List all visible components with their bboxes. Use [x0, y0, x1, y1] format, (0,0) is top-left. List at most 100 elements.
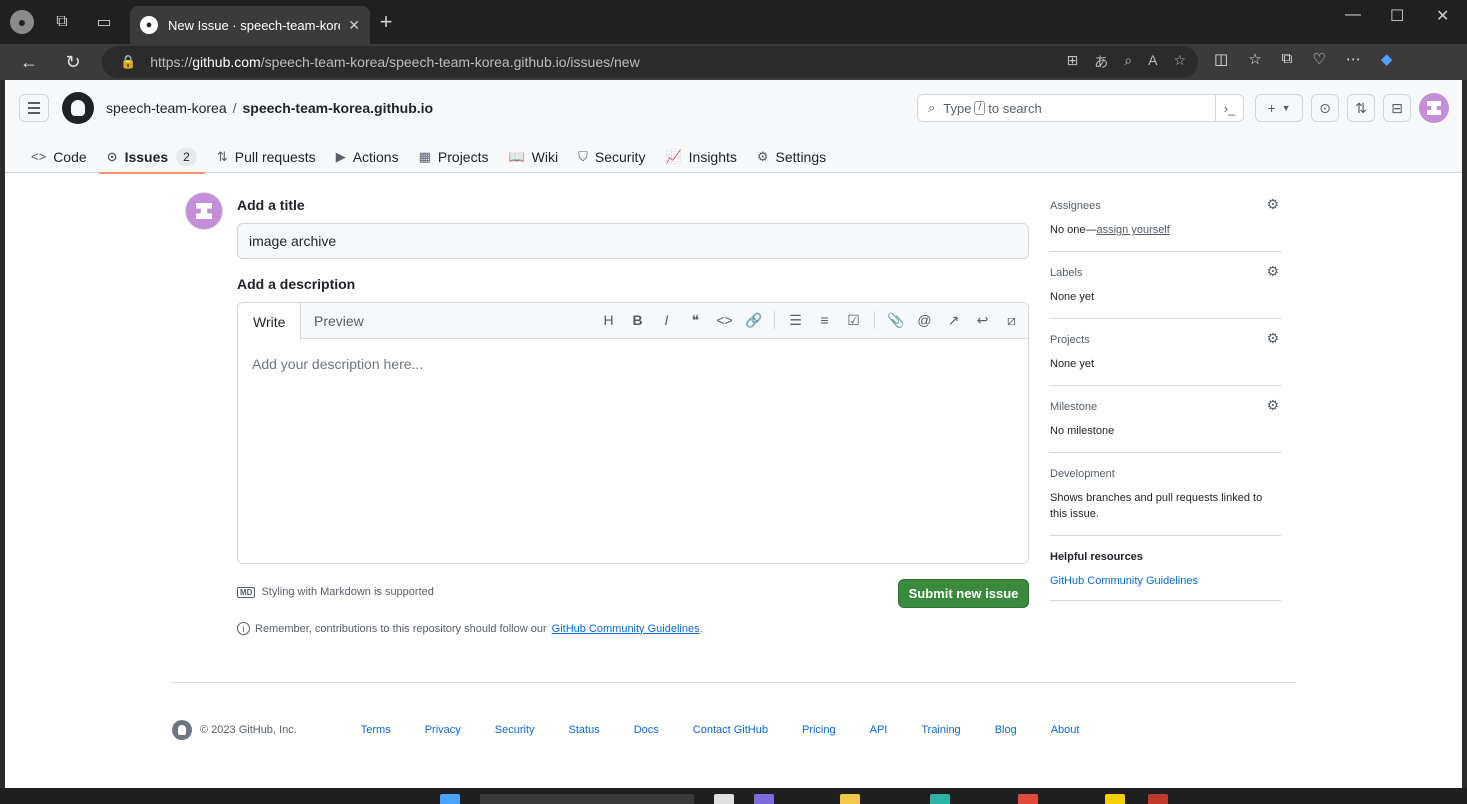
footer-link-about[interactable]: About [1051, 724, 1080, 736]
tab-wiki[interactable]: 📖 Wiki [498, 140, 568, 173]
chrome-icon[interactable] [1018, 794, 1038, 804]
refresh-icon[interactable]: ↻ [61, 50, 85, 74]
search-input[interactable]: ⌕ Type / to search ›_ [917, 94, 1244, 122]
footer-link-privacy[interactable]: Privacy [425, 724, 461, 736]
close-tab-icon[interactable]: ✕ [348, 17, 360, 34]
milestone-value: No milestone [1050, 425, 1115, 437]
issues-icon-button[interactable]: ⊙ [1311, 94, 1339, 122]
author-avatar[interactable] [185, 192, 223, 230]
footer-link-terms[interactable]: Terms [361, 724, 391, 736]
footer-link-blog[interactable]: Blog [995, 724, 1017, 736]
folder-icon[interactable] [840, 794, 860, 804]
footer-link-contact[interactable]: Contact GitHub [693, 724, 768, 736]
markdown-note-text[interactable]: Styling with Markdown is supported [261, 586, 433, 598]
tab-actions-icon[interactable]: ▭ [92, 10, 116, 34]
taskbar-app-icon[interactable] [1105, 794, 1125, 804]
tab-security[interactable]: ⛉ Security [568, 140, 655, 173]
footer-link-pricing[interactable]: Pricing [802, 724, 836, 736]
ordered-list-icon[interactable]: ☰ [787, 312, 804, 329]
tab-insights[interactable]: 📈 Insights [655, 140, 746, 173]
footer-link-docs[interactable]: Docs [634, 724, 659, 736]
link-icon[interactable]: 🔗 [745, 312, 762, 329]
footer-link-training[interactable]: Training [921, 724, 960, 736]
italic-icon[interactable]: I [658, 312, 675, 328]
github-favicon-icon: ● [140, 16, 158, 34]
attach-file-icon[interactable]: 📎 [887, 312, 904, 329]
task-list-icon[interactable]: ☑ [845, 312, 862, 329]
mention-icon[interactable]: @ [916, 312, 933, 328]
taskbar-search[interactable] [480, 794, 694, 804]
reply-icon[interactable]: ↩ [974, 312, 991, 329]
github-logo-icon[interactable] [62, 92, 94, 124]
tab-projects[interactable]: ▦ Projects [409, 140, 499, 173]
assign-yourself-link[interactable]: assign yourself [1096, 224, 1169, 236]
read-aloud-icon[interactable]: A [1148, 52, 1157, 72]
tab-code[interactable]: <> Code [21, 140, 97, 173]
tab-pull-requests[interactable]: ⇅ Pull requests [207, 140, 326, 173]
minimize-icon[interactable]: — [1345, 6, 1361, 24]
user-avatar[interactable] [1419, 93, 1449, 123]
windows-start-icon[interactable] [440, 794, 460, 804]
bold-icon[interactable]: B [629, 312, 646, 328]
command-palette-icon[interactable]: ›_ [1215, 95, 1243, 121]
translate-icon[interactable]: あ [1094, 52, 1108, 72]
repo-link[interactable]: speech-team-korea.github.io [243, 100, 434, 116]
back-icon[interactable]: ← [17, 50, 41, 74]
gear-icon[interactable]: ⚙ [1266, 397, 1279, 414]
app-available-icon[interactable]: ⊞ [1067, 52, 1079, 72]
copilot-icon[interactable]: ◆ [1381, 50, 1393, 68]
tab-preview[interactable]: Preview [299, 303, 379, 339]
tab-issues[interactable]: ⊙ Issues 2 [97, 140, 207, 174]
taskbar-app-icon[interactable] [1148, 794, 1168, 804]
footer-link-api[interactable]: API [870, 724, 888, 736]
split-screen-icon[interactable]: ◫ [1214, 50, 1228, 68]
helpful-guidelines-link[interactable]: GitHub Community Guidelines [1050, 575, 1281, 587]
collections-icon[interactable]: ⧉ [1282, 50, 1293, 68]
more-icon[interactable]: ⋯ [1346, 50, 1361, 68]
taskbar-app-icon[interactable] [714, 794, 734, 804]
tab-write[interactable]: Write [238, 303, 302, 340]
search-key-hint: / [974, 101, 986, 115]
window-close-icon[interactable]: ✕ [1436, 6, 1449, 26]
gear-icon[interactable]: ⚙ [1266, 196, 1279, 213]
unordered-list-icon[interactable]: ≡ [816, 312, 833, 328]
favorite-star-icon[interactable]: ☆ [1173, 52, 1186, 72]
title-input[interactable] [237, 223, 1029, 259]
browser-essentials-icon[interactable]: ♡ [1312, 50, 1325, 68]
github-footer-logo-icon[interactable] [172, 720, 192, 740]
description-textarea[interactable] [238, 340, 1028, 563]
slash-command-icon[interactable]: ⧄ [1003, 312, 1020, 329]
footer-link-security[interactable]: Security [495, 724, 535, 736]
cross-reference-icon[interactable]: ↗ [945, 312, 962, 329]
table-icon: ▦ [418, 148, 431, 164]
pull-requests-icon-button[interactable]: ⇅ [1347, 94, 1375, 122]
taskbar-app-icon[interactable] [754, 794, 774, 804]
heading-icon[interactable]: H [600, 312, 617, 328]
workspaces-icon[interactable]: ⧉ [50, 10, 74, 34]
community-guidelines-link[interactable]: GitHub Community Guidelines [552, 623, 700, 635]
tab-actions-label: Actions [352, 148, 399, 165]
favorites-icon[interactable]: ☆ [1248, 50, 1261, 68]
profile-icon[interactable]: ● [10, 10, 34, 34]
gear-icon[interactable]: ⚙ [1266, 330, 1279, 347]
quote-icon[interactable]: ❝ [687, 312, 704, 329]
tab-settings[interactable]: ⚙ Settings [747, 140, 836, 173]
url-field[interactable]: 🔒 https://github.com/speech-team-korea/s… [102, 46, 1198, 78]
gear-icon[interactable]: ⚙ [1266, 263, 1279, 280]
inbox-icon: ⊟ [1391, 99, 1403, 116]
submit-new-issue-button[interactable]: Submit new issue [898, 579, 1029, 608]
tab-actions[interactable]: ▶ Actions [326, 140, 409, 173]
edge-icon[interactable] [930, 794, 950, 804]
menu-hamburger-icon[interactable] [19, 94, 49, 122]
new-tab-icon[interactable]: + [374, 9, 398, 34]
create-new-button[interactable]: + ▼ [1255, 94, 1303, 122]
code-icon[interactable]: <> [716, 312, 733, 328]
owner-link[interactable]: speech-team-korea [106, 100, 227, 116]
footer-link-status[interactable]: Status [569, 724, 600, 736]
zoom-icon[interactable]: ⌕ [1124, 52, 1132, 72]
browser-tab-title: New Issue · speech-team-korea/s [168, 17, 340, 33]
maximize-icon[interactable]: ☐ [1390, 6, 1404, 26]
issues-counter: 2 [176, 147, 197, 166]
browser-tab-active[interactable]: ● New Issue · speech-team-korea/s ✕ [130, 6, 370, 44]
inbox-icon-button[interactable]: ⊟ [1383, 94, 1411, 122]
